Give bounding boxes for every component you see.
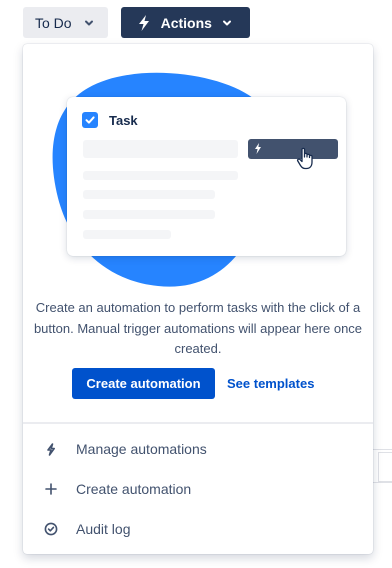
bolt-icon (137, 14, 151, 31)
skeleton-line (83, 140, 238, 158)
actions-label: Actions (160, 14, 212, 31)
chevron-down-icon (84, 18, 94, 28)
plus-icon (44, 482, 58, 496)
background-panel-edge (378, 452, 392, 482)
bolt-outline-icon (44, 442, 58, 456)
status-dropdown-button[interactable]: To Do (23, 7, 108, 38)
task-preview-card: Task (67, 97, 346, 256)
menu-item-manage-automations[interactable]: Manage automations (23, 429, 373, 469)
status-label: To Do (35, 14, 72, 31)
actions-dropdown-panel: Task Create an automation to perform tas… (23, 44, 373, 554)
section-divider (23, 422, 373, 424)
create-automation-button[interactable]: Create automation (72, 368, 215, 399)
issue-toolbar: To Do Actions (23, 7, 250, 38)
automation-menu: Manage automations Create automation Aud… (23, 429, 373, 549)
hand-cursor-icon (296, 147, 313, 170)
card-title: Task (109, 113, 138, 128)
chevron-down-icon (222, 18, 232, 28)
menu-item-create-automation[interactable]: Create automation (23, 469, 373, 509)
empty-state-description: Create an automation to perform tasks wi… (33, 300, 363, 356)
menu-item-label: Create automation (76, 481, 192, 497)
skeleton-line (83, 230, 171, 239)
skeleton-line (83, 171, 238, 180)
checkbox-icon (82, 112, 98, 128)
see-templates-link[interactable]: See templates (227, 368, 314, 399)
automation-dropdown-screen: To Do Actions Task Create an automation … (0, 0, 392, 568)
skeleton-line (83, 210, 215, 219)
skeleton-line (83, 190, 215, 199)
check-circle-icon (44, 522, 58, 536)
bolt-icon (255, 143, 261, 154)
menu-item-label: Manage automations (76, 441, 207, 457)
menu-item-label: Audit log (76, 521, 131, 537)
menu-item-audit-log[interactable]: Audit log (23, 509, 373, 549)
card-action-button (248, 139, 338, 159)
empty-state-illustration: Task (23, 44, 373, 294)
actions-dropdown-button[interactable]: Actions (120, 7, 250, 38)
